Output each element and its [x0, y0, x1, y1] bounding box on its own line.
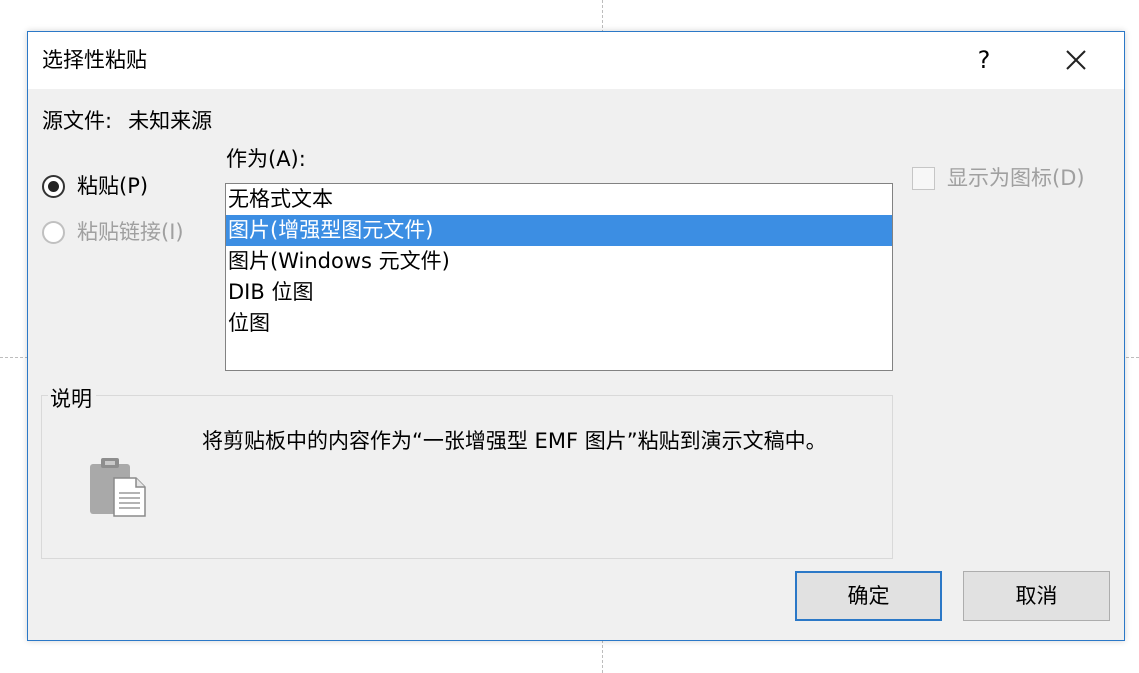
display-as-icon-checkbox[interactable]: 显示为图标(D) — [912, 165, 1085, 191]
list-item-selected[interactable]: 图片(增强型图元文件) — [226, 215, 892, 246]
description-title: 说明 — [48, 386, 96, 412]
description-text: 将剪贴板中的内容作为“一张增强型 EMF 图片”粘贴到演示文稿中。 — [202, 429, 827, 453]
source-line: 源文件: 未知来源 — [42, 108, 212, 134]
list-item[interactable]: 位图 — [226, 308, 892, 339]
paste-special-dialog: 选择性粘贴 ? 源文件: 未知来源 粘贴(P) 粘贴链接(I) 作为(A): 无格… — [27, 31, 1125, 641]
close-icon — [1066, 50, 1086, 70]
radio-paste-label: 粘贴(P) — [77, 174, 149, 198]
as-list-label: 作为(A): — [226, 147, 306, 171]
dialog-title: 选择性粘贴 — [42, 48, 147, 72]
close-button[interactable] — [1052, 40, 1100, 80]
description-group — [41, 395, 893, 559]
radio-circle-paste-link — [42, 220, 65, 244]
cancel-button[interactable]: 取消 — [963, 571, 1110, 621]
source-label: 源文件: — [42, 109, 113, 133]
help-button[interactable]: ? — [960, 40, 1008, 80]
radio-dot — [48, 180, 59, 192]
display-as-icon-label: 显示为图标(D) — [947, 166, 1085, 190]
list-item[interactable]: DIB 位图 — [226, 277, 892, 308]
radio-paste-link[interactable]: 粘贴链接(I) — [42, 217, 184, 247]
title-bar: 选择性粘贴 ? — [28, 32, 1124, 89]
checkbox-box — [912, 166, 935, 190]
list-item[interactable]: 无格式文本 — [226, 184, 892, 215]
radio-paste-link-label: 粘贴链接(I) — [77, 220, 184, 244]
source-value: 未知来源 — [128, 109, 213, 133]
list-item[interactable]: 图片(Windows 元文件) — [226, 246, 892, 277]
radio-circle-paste — [42, 174, 65, 198]
clipboard-icon — [90, 458, 146, 517]
ok-button[interactable]: 确定 — [795, 571, 942, 621]
radio-paste[interactable]: 粘贴(P) — [42, 171, 148, 201]
as-listbox[interactable]: 无格式文本 图片(增强型图元文件) 图片(Windows 元文件) DIB 位图… — [225, 183, 893, 371]
